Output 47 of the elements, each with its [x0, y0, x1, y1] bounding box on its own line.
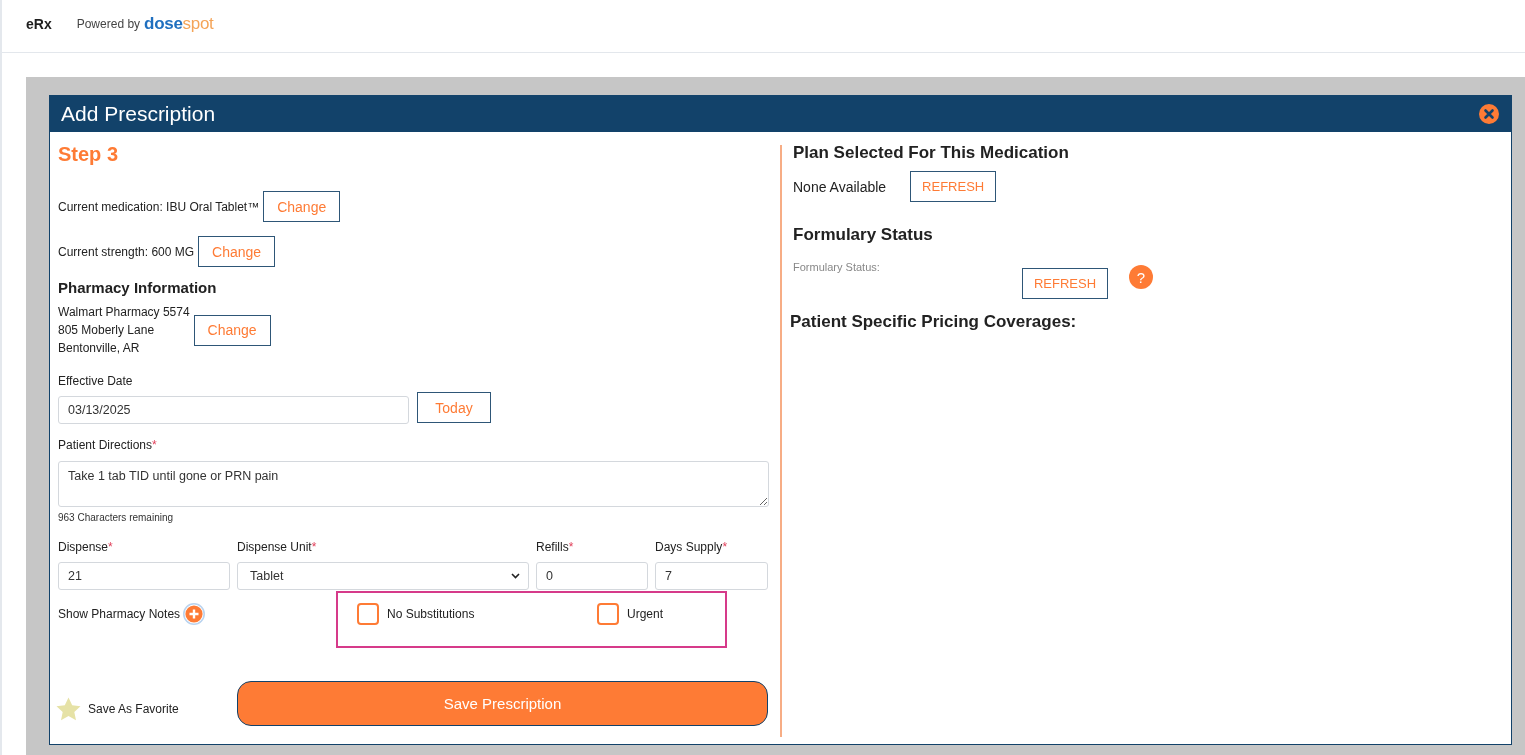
refresh-button[interactable]: REFRESH	[910, 171, 997, 202]
checkbox-label: No Substitutions	[387, 607, 475, 621]
input-field[interactable]: 21	[58, 562, 230, 590]
current-medication-text: Current medication: IBU Oral Tablet™	[58, 199, 260, 214]
plus-icon[interactable]	[183, 603, 206, 625]
chevron-down-icon	[511, 573, 520, 579]
change-pharmacy-button[interactable]: Change	[193, 314, 271, 346]
pricing-heading: Patient Specific Pricing Coverages:	[790, 311, 1078, 333]
save-prescription-button[interactable]: Save Prescription	[237, 681, 768, 726]
brand-logo: dosespot	[144, 14, 214, 34]
today-button[interactable]: Today	[417, 392, 491, 423]
field-label: Days Supply*	[655, 539, 729, 555]
refresh-button[interactable]: REFRESH	[1022, 268, 1108, 299]
step-heading: Step 3	[58, 142, 120, 166]
plan-heading: Plan Selected For This Medication	[793, 142, 1070, 164]
formulary-status-label: Formulary Status:	[793, 260, 881, 275]
save-as-favorite-label: Save As Favorite	[88, 702, 179, 716]
powered-by-text: Powered by	[76, 17, 141, 31]
effective-date-field[interactable]: 03/13/2025	[58, 396, 409, 424]
checkbox[interactable]	[357, 603, 379, 625]
input-field[interactable]: 7	[655, 562, 768, 590]
field-label: Dispense*	[58, 539, 114, 555]
dialog-title: Add Prescription	[61, 102, 216, 126]
pharmacy-address-line: Walmart Pharmacy 5574	[58, 304, 190, 321]
checkbox[interactable]	[597, 603, 619, 625]
change-strength-button[interactable]: Change	[198, 236, 276, 267]
app-name: eRx	[26, 16, 52, 32]
patient-directions-field[interactable]: Take 1 tab TID until gone or PRN pain	[58, 461, 769, 507]
dropdown-select[interactable]: Tablet	[237, 562, 529, 590]
plan-value-text: None Available	[793, 178, 887, 195]
input-field[interactable]: 0	[536, 562, 648, 590]
help-icon[interactable]: ?	[1129, 265, 1153, 289]
pharmacy-address-line: 805 Moberly Lane	[58, 322, 156, 339]
pharmacy-notes-label: Show Pharmacy Notes	[58, 606, 181, 623]
field-label: Dispense Unit*	[237, 539, 318, 555]
current-strength-text: Current strength: 600 MG	[58, 244, 195, 259]
pharmacy-heading: Pharmacy Information	[58, 278, 218, 298]
close-icon[interactable]	[1479, 104, 1499, 124]
field-label: Refills*	[536, 539, 575, 555]
checkbox-label: Urgent	[627, 607, 664, 621]
formulary-heading: Formulary Status	[793, 224, 934, 246]
change-medication-button[interactable]: Change	[263, 191, 341, 222]
field-label: Effective Date	[58, 373, 134, 389]
star-icon[interactable]	[56, 697, 81, 721]
characters-remaining-text: 963 Characters remaining	[58, 512, 175, 524]
pharmacy-address-line: Bentonville, AR	[58, 340, 141, 357]
field-label: Patient Directions*	[58, 437, 158, 453]
